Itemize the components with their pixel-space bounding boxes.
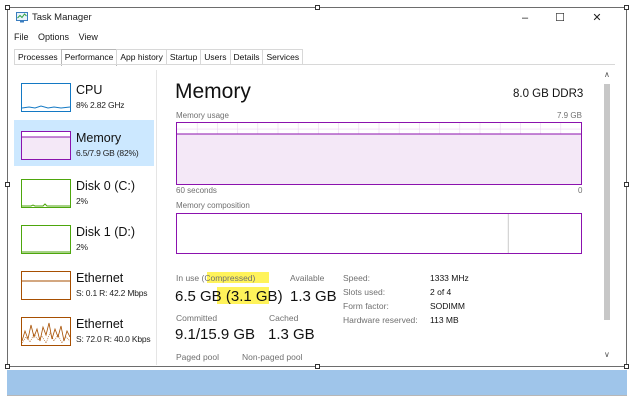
resize-handle[interactable] — [5, 182, 10, 187]
sidebar-item-label: CPU — [76, 83, 103, 97]
memory-spec: 8.0 GB DDR3 — [513, 88, 584, 100]
menu-options[interactable]: Options — [38, 32, 69, 42]
memory-usage-graph — [176, 122, 582, 185]
committed-value: 9.1/15.9 GB — [175, 326, 256, 343]
sidebar-item-memory[interactable]: Memory 6.5/7.9 GB (82%) — [14, 120, 154, 166]
resize-handle[interactable] — [315, 364, 320, 369]
composition-graph-label: Memory composition — [176, 201, 250, 210]
memory-thumbnail-graph — [21, 131, 71, 160]
minimize-button[interactable]: – — [510, 9, 540, 29]
available-value: 1.3 GB — [290, 288, 337, 305]
scroll-up-icon[interactable]: ∧ — [604, 70, 610, 79]
scroll-down-icon[interactable]: ∨ — [604, 350, 610, 359]
memory-composition-bar — [176, 213, 582, 254]
sidebar-item-detail: S: 72.0 R: 40.0 Kbps — [76, 334, 151, 344]
scrollbar-thumb[interactable] — [604, 84, 610, 320]
in-use-value: 6.5 GB (3.1 GB) — [175, 288, 283, 305]
ethernet-2-thumbnail-graph — [21, 317, 71, 346]
tab-bar: Processes Performance App history Startu… — [14, 49, 304, 66]
pane-divider — [156, 70, 157, 365]
close-icon: ✕ — [592, 12, 602, 24]
minimize-icon: – — [521, 12, 529, 24]
task-manager-icon — [16, 12, 28, 23]
sidebar-item-detail: 8% 2.82 GHz — [76, 100, 125, 110]
maximize-button[interactable]: ☐ — [545, 9, 575, 29]
form-factor-value: SODIMM — [430, 301, 465, 311]
memory-usage-fill — [177, 133, 581, 184]
usage-graph-label: Memory usage — [176, 111, 229, 120]
cpu-thumbnail-graph — [21, 83, 71, 112]
sidebar-item-ethernet[interactable]: Ethernet S: 0.1 R: 42.2 Mbps — [14, 260, 154, 306]
speed-value: 1333 MHz — [430, 273, 469, 283]
menu-bar: File Options View — [14, 32, 105, 44]
sidebar-item-label: Memory — [76, 131, 122, 145]
resize-handle[interactable] — [5, 364, 10, 369]
sidebar-item-ethernet-2[interactable]: Ethernet S: 72.0 R: 40.0 Kbps — [14, 306, 154, 352]
bottom-divider — [7, 395, 627, 396]
menu-file[interactable]: File — [14, 32, 29, 42]
sidebar-item-detail: 6.5/7.9 GB (82%) — [76, 148, 139, 158]
tab-startup[interactable]: Startup — [165, 49, 202, 65]
tab-app-history[interactable]: App history — [116, 49, 167, 65]
resize-handle[interactable] — [624, 364, 629, 369]
paged-pool-label: Paged pool — [176, 352, 220, 362]
graph-time-left: 60 seconds — [176, 186, 217, 195]
sidebar-item-label: Ethernet — [76, 271, 124, 285]
resource-list: CPU 8% 2.82 GHz Memory 6.5/7.9 GB (82%) … — [14, 70, 156, 366]
sidebar-item-label: Ethernet — [76, 317, 124, 331]
screenshot-stage: Task Manager – ☐ ✕ File Options View Pro… — [0, 0, 632, 399]
cached-label: Cached — [269, 313, 299, 323]
disk-0-thumbnail-graph — [21, 179, 71, 208]
speed-label: Speed: — [343, 273, 370, 283]
tab-divider — [14, 64, 615, 65]
graph-time-right: 0 — [578, 186, 583, 195]
page-title: Memory — [175, 80, 251, 103]
tab-details[interactable]: Details — [229, 49, 264, 65]
sidebar-item-cpu[interactable]: CPU 8% 2.82 GHz — [14, 72, 154, 118]
selection-band — [7, 370, 627, 395]
maximize-icon: ☐ — [555, 12, 565, 24]
close-button[interactable]: ✕ — [582, 9, 612, 29]
cached-value: 1.3 GB — [268, 326, 315, 343]
ethernet-thumbnail-graph — [21, 271, 71, 300]
committed-label: Committed — [176, 313, 218, 323]
sidebar-item-detail: 2% — [76, 242, 88, 252]
sidebar-item-label: Disk 1 (D:) — [76, 225, 136, 239]
form-factor-label: Form factor: — [343, 301, 389, 311]
title-bar[interactable]: Task Manager – ☐ ✕ — [10, 9, 616, 29]
tab-users[interactable]: Users — [200, 49, 231, 65]
slots-used-label: Slots used: — [343, 287, 386, 297]
tab-processes[interactable]: Processes — [14, 49, 62, 65]
slots-used-value: 2 of 4 — [430, 287, 452, 297]
menu-view[interactable]: View — [79, 32, 98, 42]
sidebar-item-label: Disk 0 (C:) — [76, 179, 136, 193]
disk-1-thumbnail-graph — [21, 225, 71, 254]
sidebar-item-detail: S: 0.1 R: 42.2 Mbps — [76, 288, 148, 298]
hardware-reserved-label: Hardware reserved: — [343, 315, 418, 325]
sidebar-item-disk-1[interactable]: Disk 1 (D:) 2% — [14, 214, 154, 260]
hardware-reserved-value: 113 MB — [430, 315, 459, 325]
non-paged-pool-label: Non-paged pool — [242, 352, 303, 362]
resize-handle[interactable] — [624, 5, 629, 10]
sidebar-item-disk-0[interactable]: Disk 0 (C:) 2% — [14, 168, 154, 214]
usage-graph-max: 7.9 GB — [557, 111, 582, 120]
available-label: Available — [290, 273, 325, 283]
sidebar-item-detail: 2% — [76, 196, 88, 206]
resize-handle[interactable] — [624, 182, 629, 187]
tab-services[interactable]: Services — [262, 49, 304, 65]
window-title: Task Manager — [32, 12, 92, 23]
in-use-label: In use (Compressed) — [176, 273, 256, 283]
